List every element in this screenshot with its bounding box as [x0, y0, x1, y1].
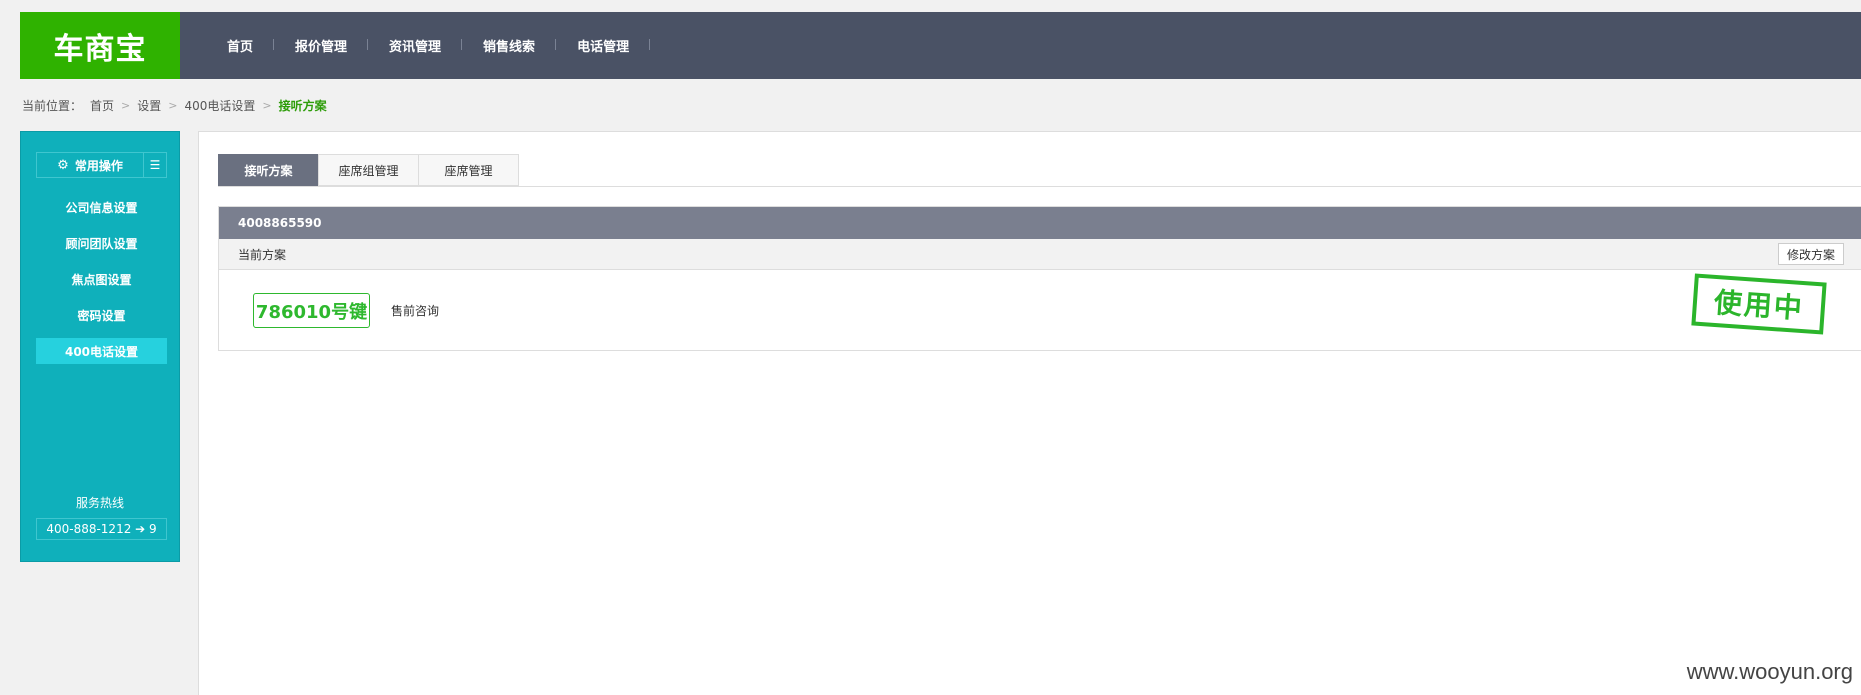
- sidebar-header: ⚙ 常用操作 ☰: [36, 152, 167, 178]
- tab-answer-plan[interactable]: 接听方案: [218, 154, 319, 186]
- tab-seat-group[interactable]: 座席组管理: [318, 154, 419, 186]
- logo[interactable]: 车商宝: [20, 12, 180, 79]
- sidebar-header-label: 常用操作: [74, 158, 123, 173]
- key-badge: 786010号键: [253, 293, 370, 328]
- breadcrumb-current: 接听方案: [278, 99, 327, 113]
- sidebar-item-company-info[interactable]: 公司信息设置: [36, 194, 167, 220]
- main-content: 接听方案 座席组管理 座席管理 4008865590 当前方案 修改方案 786…: [198, 131, 1861, 695]
- list-icon[interactable]: ☰: [144, 153, 166, 177]
- sidebar-menu: 公司信息设置 顾问团队设置 焦点图设置 密码设置 400电话设置: [36, 194, 167, 374]
- plan-panel: 4008865590 当前方案 修改方案 786010号键 售前咨询 使用中: [218, 206, 1861, 351]
- nav-item-phone[interactable]: 电话管理: [556, 36, 651, 55]
- nav-item-news[interactable]: 资讯管理: [368, 36, 463, 55]
- tab-bar: 接听方案 座席组管理 座席管理: [218, 154, 519, 186]
- sidebar: ⚙ 常用操作 ☰ 公司信息设置 顾问团队设置 焦点图设置 密码设置 400电话设…: [20, 131, 180, 562]
- hotline-number: 400-888-1212 ➔ 9: [36, 518, 167, 540]
- chevron-right-icon: >: [168, 99, 178, 112]
- panel-subheader: 当前方案 修改方案: [219, 239, 1861, 270]
- breadcrumb-400-settings[interactable]: 400电话设置: [184, 97, 255, 114]
- sidebar-header-title: ⚙ 常用操作: [37, 153, 144, 177]
- edit-plan-button[interactable]: 修改方案: [1777, 243, 1844, 265]
- breadcrumb-settings[interactable]: 设置: [137, 97, 161, 114]
- tab-seat[interactable]: 座席管理: [418, 154, 519, 186]
- sidebar-item-advisor-team[interactable]: 顾问团队设置: [36, 230, 167, 256]
- breadcrumb: 当前位置： 首页 > 设置 > 400电话设置 > 接听方案: [22, 97, 327, 114]
- hotline-title: 服务热线: [75, 496, 124, 510]
- panel-body: 786010号键 售前咨询 使用中: [219, 270, 1861, 350]
- chevron-right-icon: >: [262, 99, 272, 112]
- breadcrumb-lead: 当前位置：: [22, 99, 83, 113]
- panel-phone-number: 4008865590: [219, 207, 1861, 239]
- stamp-text: 使用中: [1712, 285, 1805, 326]
- sidebar-item-focus-image[interactable]: 焦点图设置: [36, 266, 167, 292]
- sidebar-item-password[interactable]: 密码设置: [36, 302, 167, 328]
- breadcrumb-home[interactable]: 首页: [90, 97, 114, 114]
- top-bar: 车商宝 首页 报价管理 资讯管理 销售线索 电话管理: [20, 12, 1861, 79]
- in-use-stamp: 使用中: [1691, 273, 1827, 335]
- main-nav: 首页 报价管理 资讯管理 销售线索 电话管理: [206, 12, 651, 79]
- nav-item-quotes[interactable]: 报价管理: [274, 36, 369, 55]
- nav-item-leads[interactable]: 销售线索: [462, 36, 557, 55]
- current-plan-label: 当前方案: [238, 247, 287, 262]
- key-label: 售前咨询: [391, 304, 440, 318]
- tab-divider: [218, 186, 1861, 187]
- nav-item-home[interactable]: 首页: [206, 36, 275, 55]
- gear-icon: ⚙: [57, 157, 69, 173]
- watermark: www.wooyun.org: [1686, 659, 1853, 684]
- chevron-right-icon: >: [121, 99, 131, 112]
- sidebar-item-400-phone[interactable]: 400电话设置: [36, 338, 167, 364]
